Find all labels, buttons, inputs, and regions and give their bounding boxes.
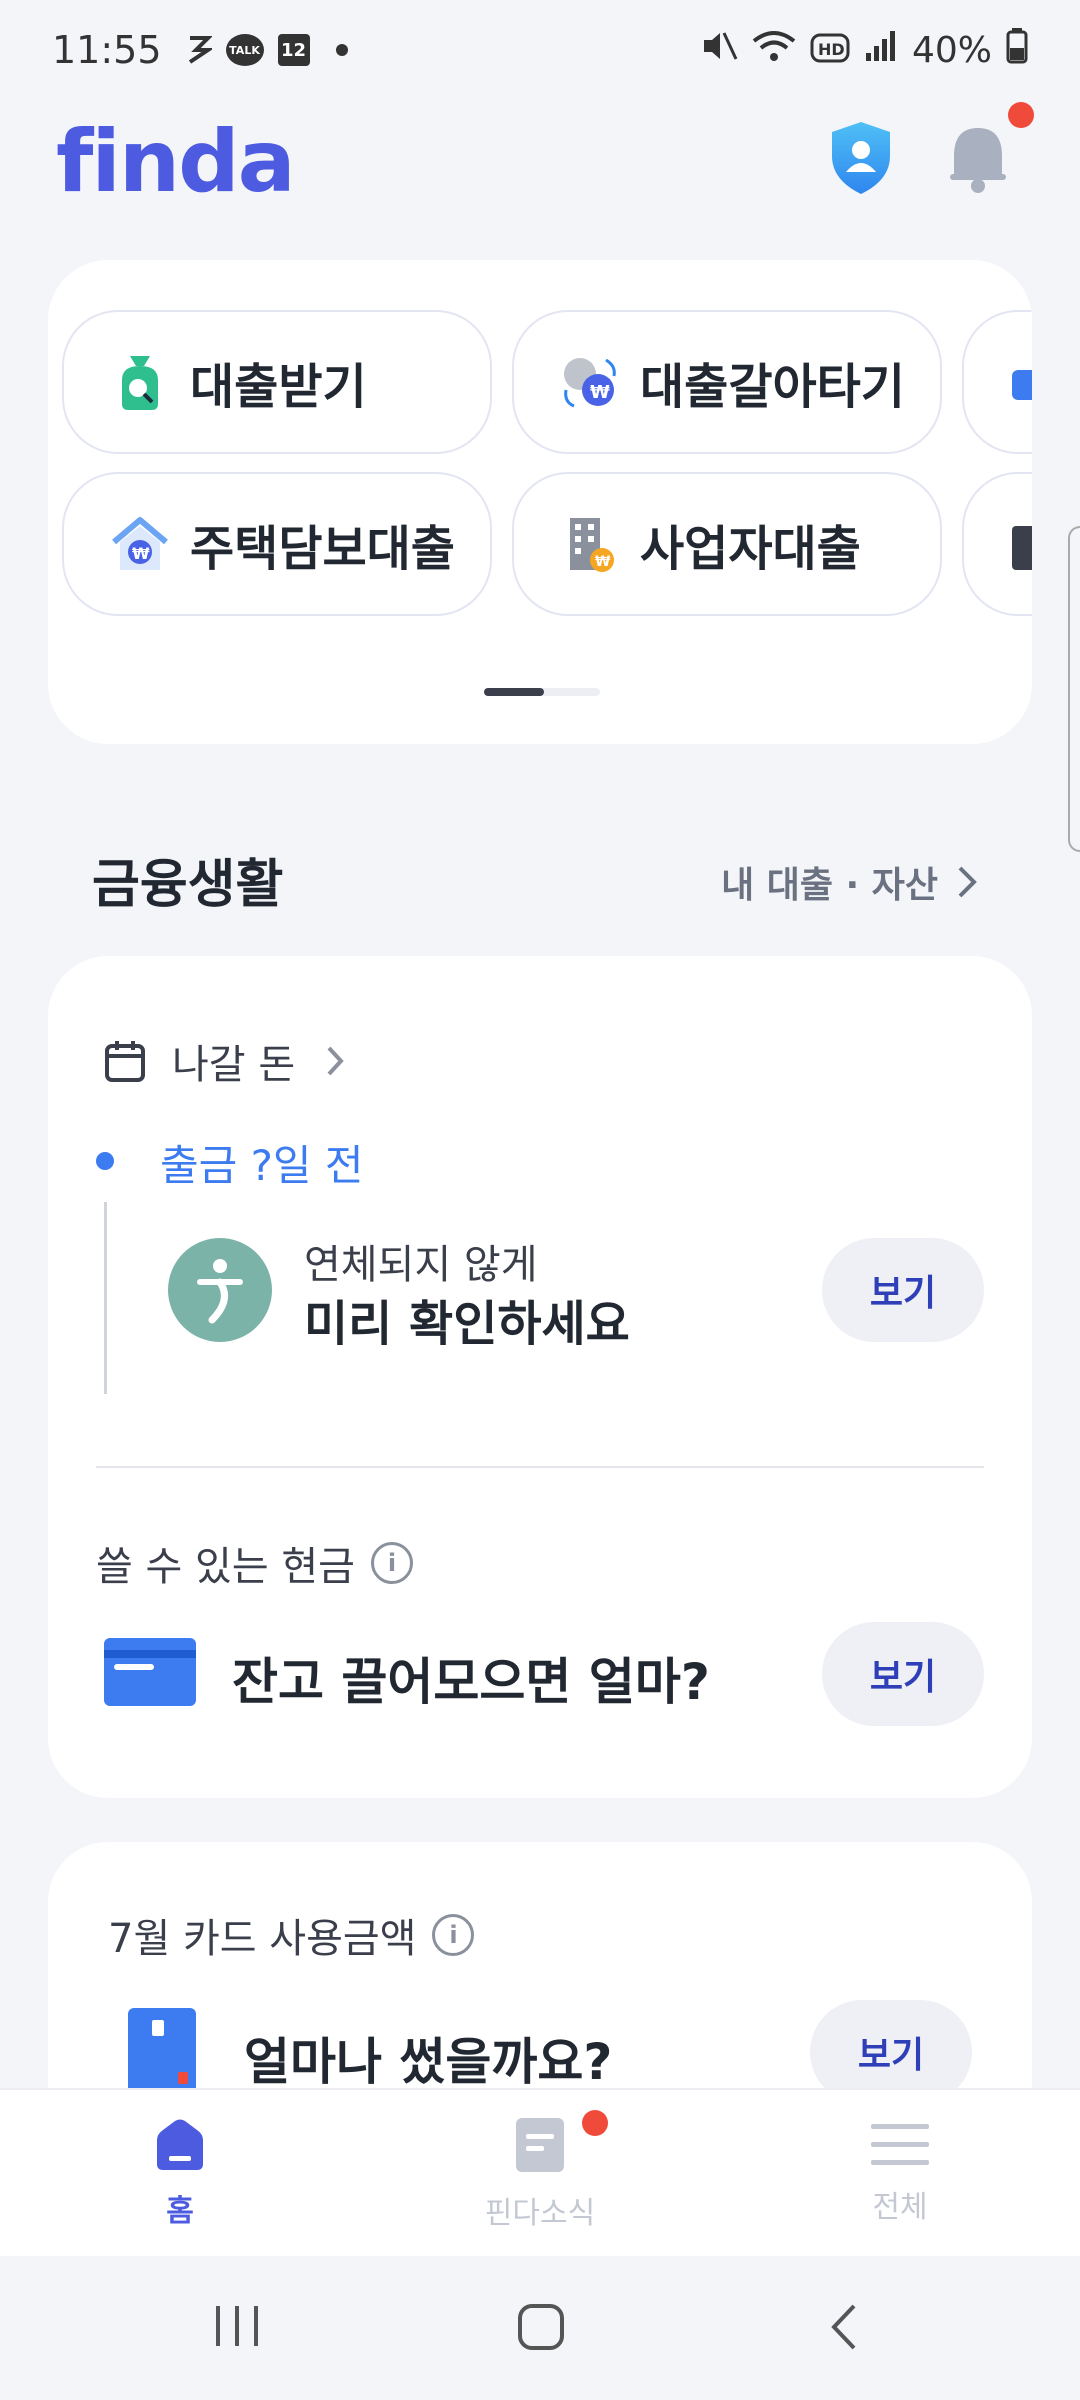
battery-icon [1006, 27, 1028, 73]
quick-menu-card: 대출받기 ₩ 대출갈아타기 ₩ 주택담보대출 ₩ 사업자대출 [48, 260, 1032, 744]
wifi-icon [752, 28, 796, 72]
quick-menu-next-partial[interactable] [962, 310, 1032, 454]
nav-home[interactable]: 홈 [0, 2090, 360, 2258]
scroll-handle[interactable] [1068, 526, 1080, 852]
carousel-pager [484, 688, 600, 696]
check-ahead-text: 미리 확인하세요 [304, 1296, 630, 1352]
quick-menu-label: 사업자대출 [640, 521, 861, 577]
news-badge [582, 2110, 608, 2136]
nav-all-menu[interactable]: 전체 [720, 2090, 1080, 2258]
signal-icon [864, 28, 898, 72]
quick-menu-loan-switch[interactable]: ₩ 대출갈아타기 [512, 310, 942, 454]
hamburger-menu-icon [871, 2124, 929, 2165]
bank-card-icon [104, 1638, 196, 1706]
divider [96, 1466, 984, 1468]
chevron-right-icon [958, 866, 977, 898]
quick-menu-label: 주택담보대출 [190, 521, 455, 577]
loan-switch-icon: ₩ [564, 358, 616, 408]
chevron-right-icon [327, 1046, 344, 1076]
hd-icon: HD [810, 28, 850, 72]
finance-card: 나갈 돈 출금 ?일 전 연체되지 않게 미리 확인하세요 보기 쓸 수 있는 … [48, 956, 1032, 1798]
gather-balance-text: 잔고 끌어모으면 얼마? [232, 1653, 710, 1711]
quick-menu-label: 대출갈아타기 [640, 359, 905, 415]
withdrawal-countdown: 출금 ?일 전 [160, 1141, 364, 1190]
house-loan-icon: ₩ [112, 517, 168, 570]
finda-logo[interactable]: finda [56, 112, 296, 212]
status-time: 11:55 [52, 28, 162, 72]
carousel-pager-active [484, 688, 544, 696]
available-cash-label: 쓸 수 있는 현금 [96, 1544, 355, 1590]
svg-text:₩: ₩ [595, 554, 611, 570]
info-icon[interactable]: i [432, 1914, 475, 1956]
kakaotalk-icon: TALK [225, 34, 264, 66]
my-loans-assets-link[interactable]: 내 대출 · 자산 [721, 856, 978, 908]
spent-amount-text: 얼마나 썼을까요? [244, 2033, 613, 2091]
mute-icon [702, 28, 738, 72]
recent-apps-icon[interactable] [212, 2302, 262, 2350]
overdue-warning-text: 연체되지 않게 [304, 1242, 538, 1288]
notification-bell-icon[interactable] [946, 120, 1010, 196]
section-title: 금융생활 [92, 855, 284, 915]
home-system-icon[interactable] [516, 2302, 566, 2352]
app-header: finda [0, 100, 1080, 230]
svg-text:HD: HD [818, 40, 845, 59]
outgoing-view-button[interactable]: 보기 [822, 1238, 984, 1342]
timeline-dot [96, 1152, 114, 1170]
home-icon [157, 2119, 203, 2170]
car-loan-icon [1012, 370, 1032, 400]
outgoing-money-label: 나갈 돈 [172, 1042, 296, 1088]
svg-text:₩: ₩ [590, 382, 610, 403]
quick-menu-business-loan[interactable]: ₩ 사업자대출 [512, 472, 942, 616]
quick-menu-mortgage[interactable]: ₩ 주택담보대출 [62, 472, 492, 616]
cash-view-button[interactable]: 보기 [822, 1622, 984, 1726]
phone-loan-icon [1012, 526, 1032, 570]
bottom-navigation: 홈 핀다소식 전체 [0, 2088, 1080, 2256]
timeline-line [104, 1202, 107, 1394]
more-notifications-icon [335, 44, 348, 56]
hana-bank-logo-icon [168, 1238, 272, 1342]
calendar-icon [105, 1041, 145, 1082]
svg-text:₩: ₩ [132, 544, 150, 563]
status-bar: 11:55 TALK 12 HD 40% [0, 0, 1080, 100]
quick-menu-loan[interactable]: 대출받기 [62, 310, 492, 454]
card-usage-header: 7월 카드 사용금액 i [108, 1906, 475, 1964]
nav-all-menu-label: 전체 [872, 2190, 928, 2225]
nav-finda-news[interactable]: 핀다소식 [360, 2090, 720, 2258]
calendar-icon: 12 [277, 34, 310, 66]
back-icon[interactable] [826, 2302, 860, 2352]
loan-search-icon [122, 356, 158, 410]
quick-menu-label: 대출받기 [190, 359, 367, 415]
nav-home-label: 홈 [166, 2194, 194, 2229]
security-shield-icon[interactable] [826, 118, 896, 198]
news-icon [516, 2118, 564, 2172]
card-usage-label: 7월 카드 사용금액 [108, 1916, 417, 1962]
my-loans-assets-label: 내 대출 · 자산 [721, 865, 938, 906]
info-icon[interactable]: i [370, 1542, 413, 1584]
notification-badge [1008, 102, 1034, 128]
business-loan-icon: ₩ [570, 518, 614, 572]
sync-icon [186, 34, 212, 66]
outgoing-money-header[interactable]: 나갈 돈 [104, 1032, 345, 1090]
nav-finda-news-label: 핀다소식 [484, 2196, 596, 2231]
quick-menu-next-partial-2[interactable] [962, 472, 1032, 616]
system-navigation-bar [0, 2256, 1080, 2400]
battery-level: 40% [911, 29, 992, 71]
available-cash-header: 쓸 수 있는 현금 i [96, 1534, 413, 1592]
